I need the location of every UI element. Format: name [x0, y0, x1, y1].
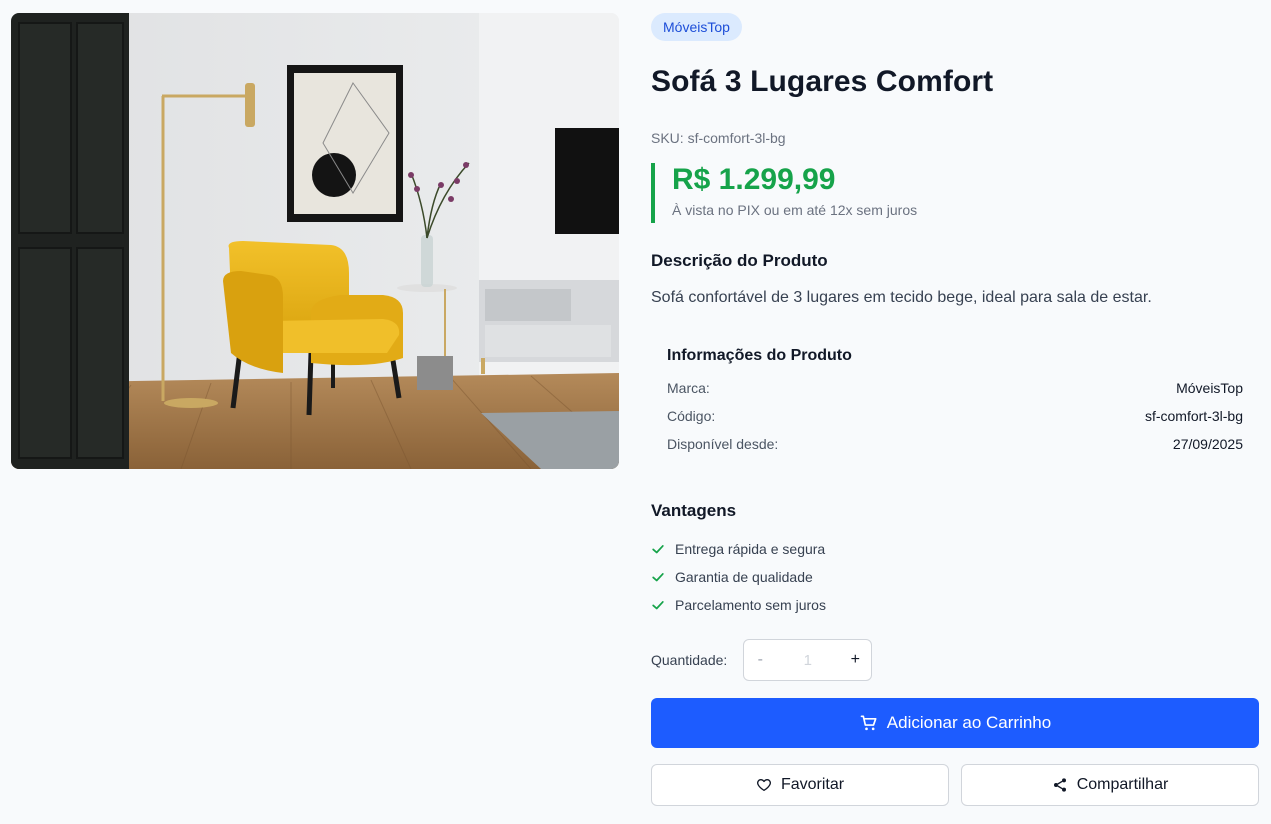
check-icon	[652, 601, 664, 610]
product-page: MóveisTop Sofá 3 Lugares Comfort SKU: sf…	[0, 0, 1271, 824]
list-item: Parcelamento sem juros	[651, 591, 1259, 619]
favorite-button[interactable]: Favoritar	[651, 764, 949, 806]
share-label: Compartilhar	[1076, 776, 1169, 793]
product-image[interactable]	[11, 13, 619, 469]
quantity-decrease-button[interactable]: -	[744, 640, 776, 680]
quantity-stepper: - +	[743, 639, 873, 681]
secondary-actions: Favoritar Compartilhar	[651, 764, 1259, 806]
product-info-panel: MóveisTop Sofá 3 Lugares Comfort SKU: sf…	[651, 13, 1259, 806]
description-title: Descrição do Produto	[651, 251, 828, 270]
info-rows: Marca: MóveisTop Código: sf-comfort-3l-b…	[667, 374, 1243, 458]
list-item: Entrega rápida e segura	[651, 535, 1259, 563]
quantity-row: Quantidade: - +	[651, 639, 1259, 681]
price-note: À vista no PIX ou em até 12x sem juros	[672, 202, 918, 218]
description-text: Sofá confortável de 3 lugares em tecido …	[651, 289, 1152, 306]
advantage-text: Entrega rápida e segura	[675, 541, 826, 557]
advantage-text: Parcelamento sem juros	[675, 597, 826, 613]
info-label: Disponível desde:	[667, 436, 779, 452]
share-icon	[1053, 778, 1066, 792]
price-block: R$ 1.299,99 À vista no PIX ou em até 12x…	[651, 163, 1259, 223]
product-price: R$ 1.299,99	[672, 163, 836, 196]
info-value: sf-comfort-3l-bg	[1144, 408, 1243, 424]
info-value: MóveisTop	[1176, 380, 1243, 396]
cart-icon	[860, 715, 877, 731]
brand-badge[interactable]: MóveisTop	[651, 13, 742, 41]
advantage-text: Garantia de qualidade	[675, 569, 813, 585]
advantages-list: Entrega rápida e segura Garantia de qual…	[651, 535, 1259, 619]
favorite-label: Favoritar	[780, 776, 845, 793]
product-info-card: Informações do Produto Marca: MóveisTop …	[651, 347, 1259, 458]
quantity-input[interactable]	[776, 640, 840, 680]
heart-icon	[756, 779, 771, 791]
info-row-code: Código: sf-comfort-3l-bg	[667, 402, 1243, 430]
add-to-cart-button[interactable]: Adicionar ao Carrinho	[651, 698, 1259, 748]
info-label: Código:	[667, 408, 716, 424]
info-label: Marca:	[667, 380, 710, 396]
quantity-increase-button[interactable]: +	[839, 640, 871, 680]
check-icon	[652, 545, 664, 554]
info-value: 27/09/2025	[1172, 436, 1243, 452]
list-item: Garantia de qualidade	[651, 563, 1259, 591]
info-row-available-since: Disponível desde: 27/09/2025	[667, 430, 1243, 458]
add-to-cart-label: Adicionar ao Carrinho	[886, 713, 1052, 732]
product-photo	[11, 13, 619, 469]
product-title: Sofá 3 Lugares Comfort	[651, 65, 994, 98]
quantity-label: Quantidade:	[651, 652, 728, 668]
product-sku: SKU: sf-comfort-3l-bg	[651, 130, 786, 146]
check-icon	[652, 573, 664, 582]
share-button[interactable]: Compartilhar	[961, 764, 1259, 806]
info-row-brand: Marca: MóveisTop	[667, 374, 1243, 402]
advantages-title: Vantagens	[651, 501, 737, 520]
info-card-title: Informações do Produto	[667, 347, 852, 364]
